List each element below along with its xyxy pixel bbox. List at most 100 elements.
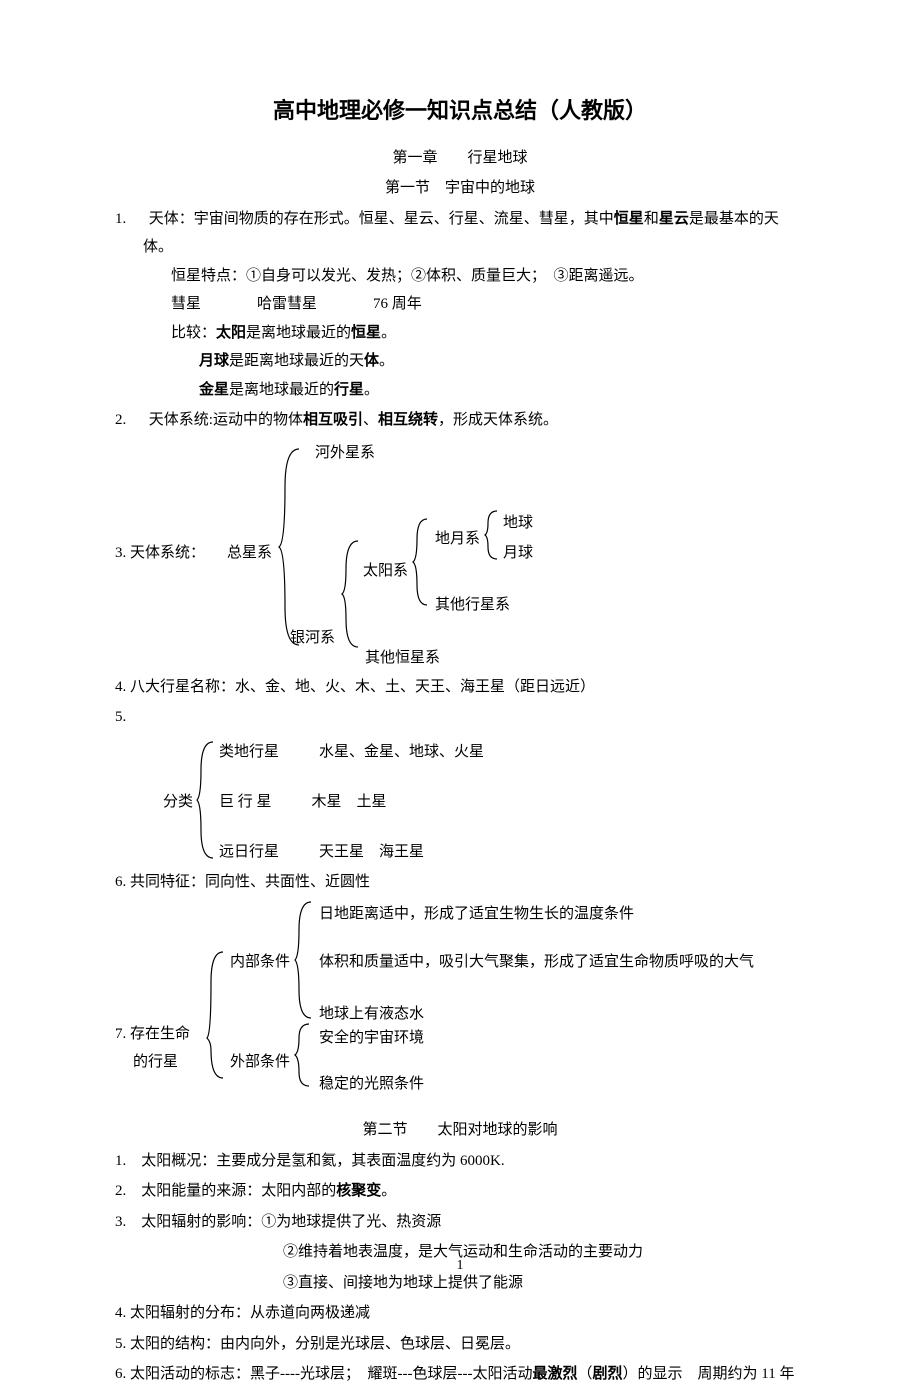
life-conditions-diagram: 7. 存在生命 的行星 内部条件 日地距离适中，形成了适宜生物生长的温度条件 体… <box>115 900 805 1100</box>
compare-line-3: 金星是离地球最近的行星。 <box>115 376 805 405</box>
text: 是离地球最近的 <box>246 325 351 341</box>
section-heading: 第一节 宇宙中的地球 <box>115 174 805 203</box>
outer-1: 安全的宇宙环境 <box>319 1024 424 1053</box>
celestial-system-diagram: 3. 天体系统： 总星系 河外星系 银河系 太阳系 其他恒星系 地月系 其他行星… <box>115 439 805 671</box>
text: 是离地球最近的 <box>229 382 334 398</box>
point-4: 4. 八大行星名称：水、金、地、火、木、土、天王、海王星（距日远近） <box>115 673 805 702</box>
label: 3. 天体系统： <box>115 539 205 568</box>
label-moon: 月球 <box>503 539 533 568</box>
num: 1. <box>115 1153 126 1169</box>
num: 2. <box>115 1183 126 1199</box>
text: 6. 太阳活动的标志：黑子----光球层； 耀斑---色球层---太阳活动 <box>115 1366 532 1382</box>
bold-text: 行星 <box>334 382 364 398</box>
brace-icon <box>411 517 433 607</box>
label: 天体系统: <box>149 412 213 428</box>
s2-point-2: 2. 太阳能量的来源：太阳内部的核聚变。 <box>115 1177 805 1206</box>
label-outer: 外部条件 <box>230 1048 290 1077</box>
label: 巨 行 星 <box>219 794 272 810</box>
bold-text: 星云 <box>659 211 689 227</box>
bold-text: 金星 <box>199 382 229 398</box>
row-outer: 远日行星 天王星 海王星 <box>219 838 424 867</box>
label-earth: 地球 <box>503 509 533 538</box>
brace-icon <box>293 900 315 1020</box>
text: 。 <box>381 1183 396 1199</box>
bold-text: 相互绕转 <box>378 412 438 428</box>
label-7a: 7. 存在生命 <box>115 1020 190 1049</box>
label-other-star: 其他恒星系 <box>365 644 440 673</box>
compare-line-1: 比较：太阳是离地球最近的恒星。 <box>115 319 805 348</box>
bold-text: 最激烈 <box>532 1366 577 1382</box>
text: 和 <box>644 211 659 227</box>
brace-icon <box>277 447 307 647</box>
num: 2. <box>115 412 126 428</box>
text: 。 <box>381 325 396 341</box>
text: 。 <box>364 382 379 398</box>
brace-icon <box>483 509 501 561</box>
label-milky: 银河系 <box>290 624 335 653</box>
text: 、 <box>363 412 378 428</box>
text: 水星、金星、地球、火星 <box>319 744 484 760</box>
s2-point-1: 1. 太阳概况：主要成分是氢和氦，其表面温度约为 6000K. <box>115 1147 805 1176</box>
text: 天王星 海王星 <box>319 844 424 860</box>
bold-text: 恒星 <box>614 211 644 227</box>
chapter-heading: 第一章 行星地球 <box>115 144 805 173</box>
brace-icon <box>205 950 227 1080</box>
compare-line-2: 月球是距离地球最近的天体。 <box>115 347 805 376</box>
s2-point-5: 5. 太阳的结构：由内向外，分别是光球层、色球层、日冕层。 <box>115 1330 805 1359</box>
label-earth-moon: 地月系 <box>435 525 480 554</box>
document-title: 高中地理必修一知识点总结（人教版） <box>115 90 805 132</box>
planet-classification-diagram: 分类 类地行星水星、金星、地球、火星 巨 行 星 木星 土星 远日行星 天王星 海王… <box>115 736 805 866</box>
point-2: 2. 天体系统:运动中的物体相互吸引、相互绕转，形成天体系统。 <box>115 406 805 435</box>
label-7b: 的行星 <box>133 1048 178 1077</box>
bold-text: 太阳 <box>216 325 246 341</box>
label-classify: 分类 <box>163 788 193 817</box>
text: 是距离地球最近的天 <box>229 353 364 369</box>
bold-text: 体 <box>364 353 379 369</box>
text: 太阳概况：主要成分是氢和氦，其表面温度约为 6000K. <box>141 1153 504 1169</box>
point-1-sub: 恒星特点：①自身可以发光、发热；②体积、质量巨大； ③距离遥远。 <box>115 262 805 291</box>
text: 哈雷彗星 <box>257 296 317 312</box>
point-5: 5. <box>115 703 805 732</box>
point-6: 6. 共同特征：同向性、共面性、近圆性 <box>115 868 805 897</box>
row-giant: 巨 行 星 木星 土星 <box>219 788 387 817</box>
label: 比较： <box>171 325 216 341</box>
point-1-comet: 彗星 哈雷彗星 76 周年 <box>115 290 805 319</box>
label-extra: 河外星系 <box>315 439 375 468</box>
bold-text: 月球 <box>199 353 229 369</box>
brace-icon <box>195 740 217 860</box>
bold-text: 相互吸引 <box>303 412 363 428</box>
label: 远日行星 <box>219 844 279 860</box>
num: 3. <box>115 1214 126 1230</box>
s2-point-3: 3. 太阳辐射的影响：①为地球提供了光、热资源 <box>115 1208 805 1237</box>
bold-text: 核聚变 <box>336 1183 381 1199</box>
num: 1. <box>115 211 126 227</box>
s2-point-6: 6. 太阳活动的标志：黑子----光球层； 耀斑---色球层---太阳活动最激烈… <box>115 1360 805 1389</box>
text: 彗星 <box>171 296 201 312</box>
inner-1: 日地距离适中，形成了适宜生物生长的温度条件 <box>319 900 634 929</box>
text: ，形成天体系统。 <box>438 412 558 428</box>
label: 天体： <box>149 211 194 227</box>
row-terrestrial: 类地行星水星、金星、地球、火星 <box>219 738 484 767</box>
point-1: 1. 天体：宇宙间物质的存在形式。恒星、星云、行星、流星、彗星，其中恒星和星云是… <box>115 205 805 262</box>
brace-icon <box>293 1022 313 1088</box>
bold-text: 剧烈 <box>593 1366 623 1382</box>
label-total: 总星系 <box>227 539 272 568</box>
text: ）的显示 周期约为 11 年 <box>623 1366 795 1382</box>
page-number: 1 <box>0 1253 920 1280</box>
section-2-heading: 第二节 太阳对地球的影响 <box>115 1116 805 1145</box>
label-solar: 太阳系 <box>363 557 408 586</box>
outer-2: 稳定的光照条件 <box>319 1070 424 1099</box>
inner-2: 体积和质量适中，吸引大气聚集，形成了适宜生命物质呼吸的大气 <box>319 948 754 977</box>
text: 运动中的物体 <box>213 412 303 428</box>
text: 木星 土星 <box>312 794 387 810</box>
bold-text: 恒星 <box>351 325 381 341</box>
label-other-planet: 其他行星系 <box>435 591 510 620</box>
text: 太阳辐射的影响：①为地球提供了光、热资源 <box>141 1214 441 1230</box>
brace-icon <box>340 539 364 649</box>
text: 。 <box>379 353 394 369</box>
text: 宇宙间物质的存在形式。恒星、星云、行星、流星、彗星，其中 <box>194 211 614 227</box>
text: 76 周年 <box>373 296 422 312</box>
text: （ <box>577 1366 592 1382</box>
s2-point-4: 4. 太阳辐射的分布：从赤道向两极递减 <box>115 1299 805 1328</box>
label-inner: 内部条件 <box>230 948 290 977</box>
